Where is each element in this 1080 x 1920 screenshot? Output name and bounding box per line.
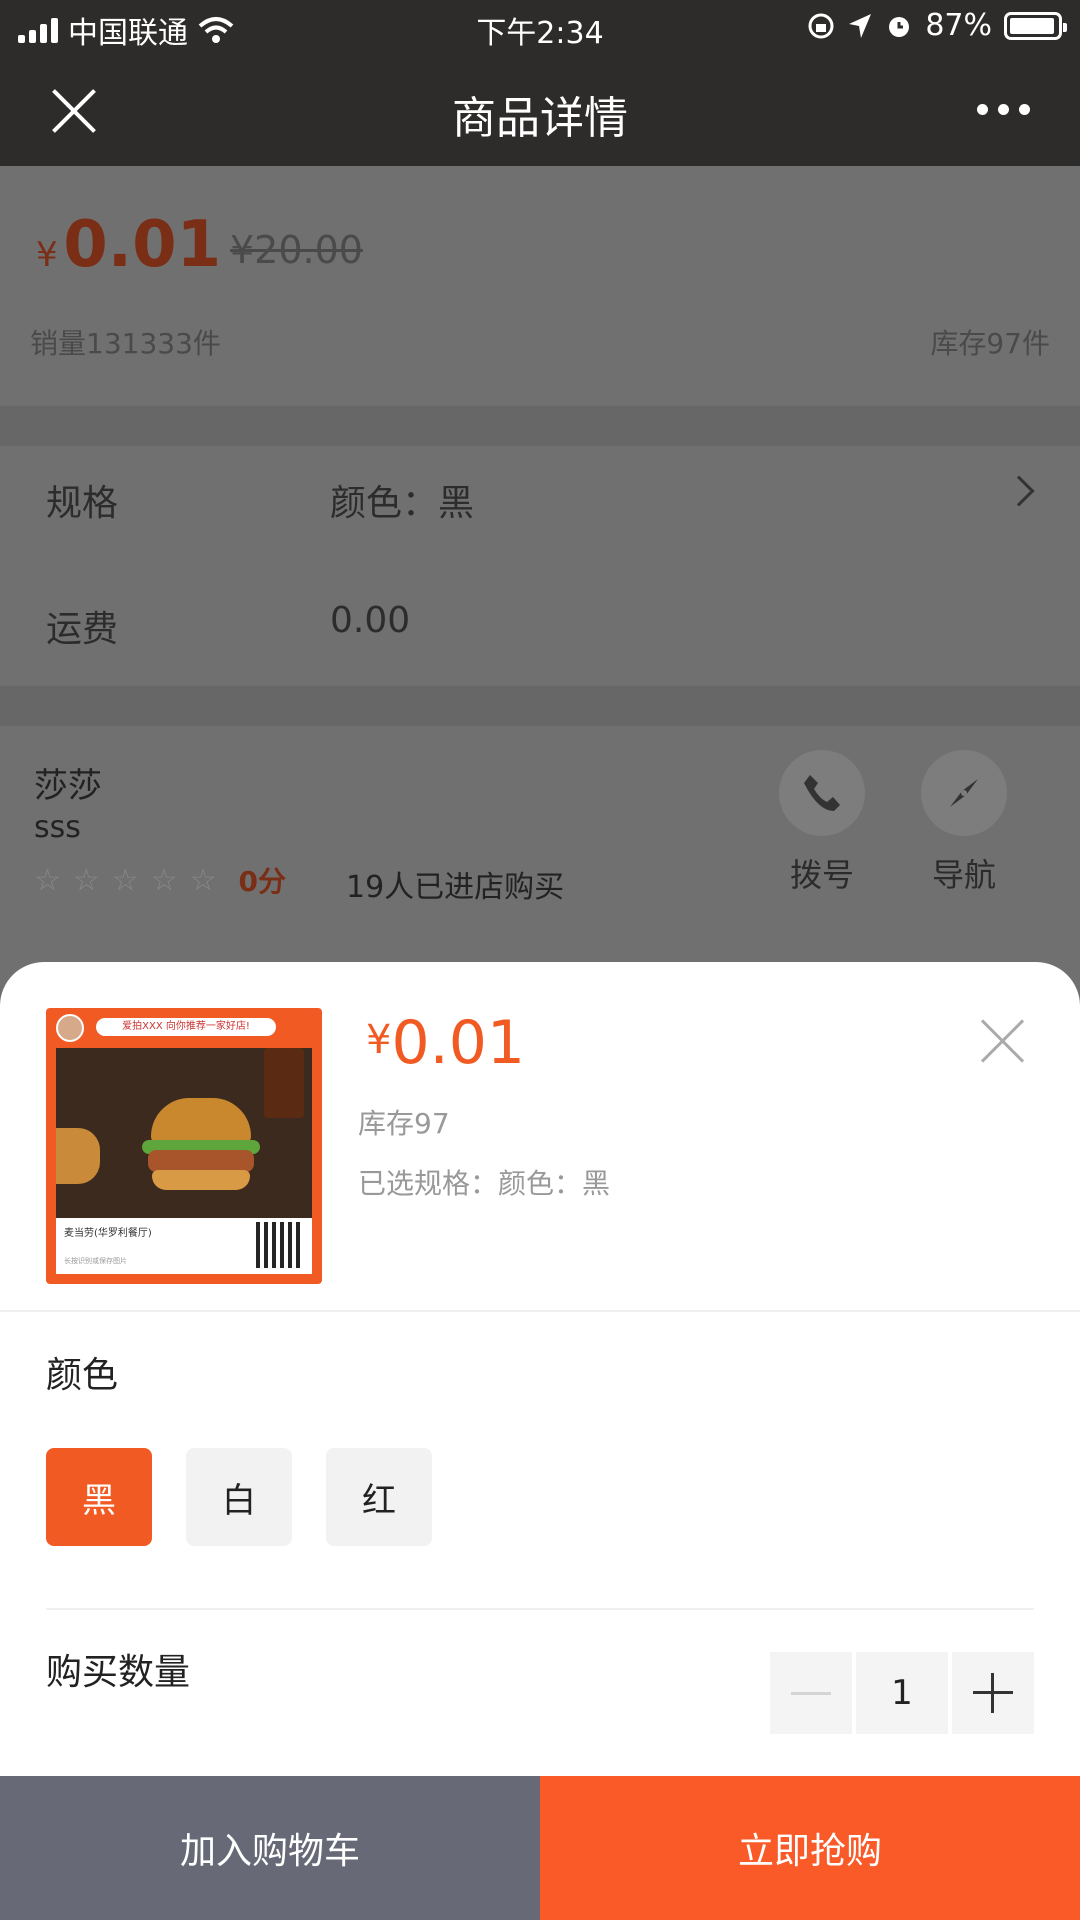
phone-icon	[779, 750, 865, 836]
decrease-button[interactable]	[770, 1652, 852, 1734]
quantity-label: 购买数量	[46, 1652, 191, 1693]
call-button[interactable]: 拨号	[762, 750, 882, 896]
sheet-stock: 库存97	[358, 1107, 450, 1140]
bg-price: ¥ 0.01	[36, 208, 221, 282]
sheet-price: ¥0.01	[366, 1008, 525, 1078]
star-icon: ☆	[189, 862, 217, 898]
minus-icon	[791, 1691, 831, 1695]
selected-spec: 已选规格：颜色：黑	[358, 1167, 611, 1200]
shop-name: 莎莎	[34, 766, 102, 806]
more-icon[interactable]	[977, 104, 1030, 115]
rating-score: 0分	[238, 865, 287, 898]
status-bar: 中国联通 下午2:34 87%	[0, 0, 1080, 54]
battery-percent: 87%	[925, 8, 992, 43]
nav-bar: 商品详情	[0, 54, 1080, 166]
status-right: 87%	[807, 8, 1067, 43]
plus-icon	[973, 1673, 1013, 1713]
rotation-lock-icon	[808, 13, 834, 38]
buy-now-button[interactable]: 立即抢购	[540, 1776, 1080, 1920]
spec-label: 规格	[46, 483, 119, 524]
spec-value: 颜色：黑	[330, 483, 475, 524]
star-icon: ☆	[34, 862, 61, 898]
avatar	[56, 1014, 84, 1042]
divider	[46, 1608, 1034, 1610]
page-title: 商品详情	[452, 93, 628, 144]
stock-count: 库存97件	[930, 327, 1050, 360]
thumbnail-card: 麦当劳(华罗利餐厅) 长按识别或保存图片	[56, 1218, 312, 1274]
visitor-count: 19人已进店购买	[346, 870, 565, 905]
close-icon[interactable]	[980, 1018, 1026, 1064]
shipping-row: 运费 0.00	[0, 562, 1080, 682]
quantity-value[interactable]: 1	[856, 1652, 948, 1734]
chevron-right-icon	[1003, 475, 1035, 507]
star-icon: ☆	[150, 862, 178, 898]
navigate-label: 导航	[931, 856, 996, 894]
shop-subtitle: sss	[34, 810, 81, 845]
original-price: ¥20.00	[230, 228, 363, 272]
bg-price-value: 0.01	[63, 208, 222, 282]
star-icon: ☆	[111, 862, 139, 898]
divider	[0, 1310, 1080, 1312]
thumbnail-note: 长按识别或保存图片	[64, 1257, 127, 1265]
quantity-stepper: 1	[770, 1652, 1034, 1734]
shipping-label: 运费	[46, 609, 119, 650]
sales-count: 销量131333件	[30, 327, 221, 360]
call-label: 拨号	[789, 856, 854, 894]
color-option-black[interactable]: 黑	[46, 1448, 152, 1546]
navigate-button[interactable]: 导航	[904, 750, 1024, 896]
rating: ☆ ☆ ☆ ☆ ☆ 0分	[34, 860, 286, 900]
location-icon	[849, 13, 872, 38]
thumbnail-store-name: 麦当劳(华罗利餐厅)	[64, 1228, 152, 1239]
color-label: 颜色	[46, 1355, 119, 1396]
increase-button[interactable]	[952, 1652, 1034, 1734]
color-option-red[interactable]: 红	[326, 1448, 432, 1546]
product-thumbnail: 爱拍XXX 向你推荐一家好店! 麦当劳(华罗利餐厅) 长按识别或保存图片	[46, 1008, 322, 1284]
qr-code-icon	[256, 1222, 302, 1268]
compass-icon	[921, 750, 1007, 836]
battery-icon	[1004, 11, 1067, 40]
alarm-icon	[889, 16, 910, 37]
star-icon: ☆	[72, 862, 100, 898]
spec-row[interactable]: 规格 颜色：黑	[0, 436, 1080, 556]
color-options: 黑 白 红	[46, 1448, 432, 1546]
spec-sheet: 爱拍XXX 向你推荐一家好店! 麦当劳(华罗利餐厅) 长按识别或保存图片 ¥0.…	[0, 962, 1080, 1776]
sheet-price-symbol: ¥	[366, 1017, 392, 1063]
bg-price-symbol: ¥	[36, 235, 58, 275]
shipping-value: 0.00	[330, 600, 411, 641]
color-option-white[interactable]: 白	[186, 1448, 292, 1546]
divider	[0, 686, 1080, 726]
action-bar: 加入购物车 立即抢购	[0, 1776, 1080, 1920]
thumbnail-banner: 爱拍XXX 向你推荐一家好店!	[96, 1018, 276, 1036]
burger-photo	[56, 1048, 312, 1218]
add-to-cart-button[interactable]: 加入购物车	[0, 1776, 540, 1920]
sheet-price-value: 0.01	[391, 1008, 526, 1078]
